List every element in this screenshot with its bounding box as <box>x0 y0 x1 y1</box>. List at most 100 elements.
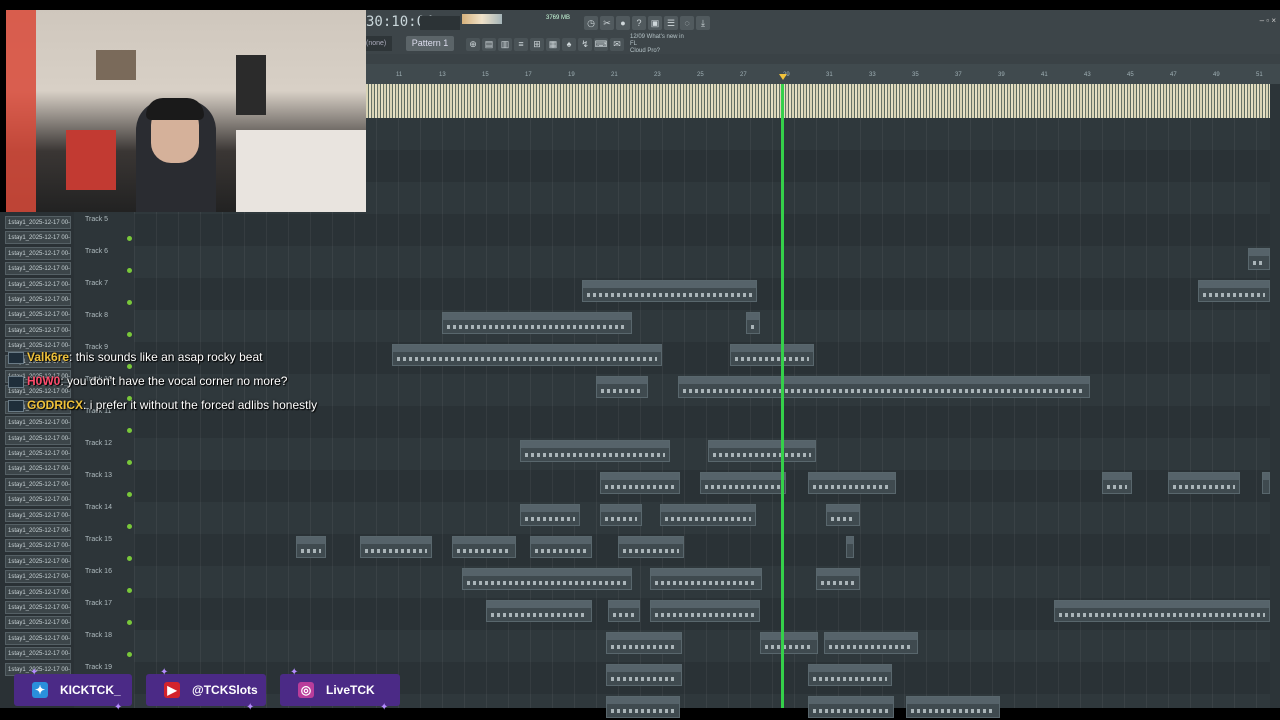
ruler-tick: 31 <box>826 72 833 78</box>
help-icon[interactable]: ? <box>632 16 646 30</box>
news-line-1: 12/09 What's new in FL <box>630 34 684 47</box>
webcam-overlay <box>6 10 366 212</box>
picker-item[interactable]: 1stay1_2025-12-17 00- <box>5 431 71 445</box>
ruler-tick: 47 <box>1170 72 1177 78</box>
social-label: @TCKSlots <box>192 683 258 697</box>
track-header[interactable]: Track 6 <box>80 244 132 276</box>
picker-item[interactable]: 1stay1_2025-12-17 00- <box>5 631 71 645</box>
track-header[interactable]: Track 13 <box>80 468 132 500</box>
track-mute-led[interactable] <box>127 428 132 433</box>
save-icon[interactable]: ▣ <box>648 16 662 30</box>
track-header[interactable]: Track 17 <box>80 596 132 628</box>
picker-item[interactable]: 1stay1_2025-12-17 00- <box>5 508 71 522</box>
chat-badge-icon <box>8 399 24 412</box>
clip-waveform <box>911 709 995 713</box>
picker-item[interactable]: 1stay1_2025-12-17 00- <box>5 246 71 260</box>
track-mute-led[interactable] <box>127 556 132 561</box>
chat-colon: : <box>83 398 90 412</box>
stream-chat: Valk6re: this sounds like an asap rocky … <box>8 348 338 420</box>
plugin-picker-icon[interactable]: ♠ <box>562 38 576 51</box>
picker-item[interactable]: 1stay1_2025-12-17 00- <box>5 539 71 553</box>
piano-roll-icon[interactable]: ▥ <box>498 38 512 51</box>
playhead-marker[interactable] <box>779 74 787 80</box>
picker-item[interactable]: 1stay1_2025-12-17 00- <box>5 462 71 476</box>
news-icon[interactable]: ✉ <box>610 38 624 51</box>
chat-icon[interactable]: ◌ <box>680 16 694 30</box>
ruler-tick: 27 <box>740 72 747 78</box>
chat-badge-icon <box>8 351 24 364</box>
webcam-bed <box>236 130 366 212</box>
picker-item[interactable]: 1stay1_2025-12-17 00- <box>5 647 71 661</box>
playhead-line[interactable] <box>781 84 784 708</box>
picker-item[interactable]: 1stay1_2025-12-17 00- <box>5 524 71 537</box>
track-mute-led[interactable] <box>127 492 132 497</box>
browser-icon[interactable]: ▦ <box>546 38 560 51</box>
picker-item[interactable]: 1stay1_2025-12-17 00- <box>5 277 71 291</box>
window-controls[interactable]: – ▫ × <box>1260 16 1276 25</box>
sparkle-icon: ✦ <box>380 702 389 713</box>
track-header[interactable]: Track 12 <box>80 436 132 468</box>
picker-item[interactable]: 1stay1_2025-12-17 00- <box>5 570 71 584</box>
track-mute-led[interactable] <box>127 268 132 273</box>
news-panel[interactable]: 12/09 What's new in FL Cloud Pro? <box>630 34 690 55</box>
picker-item[interactable]: 1stay1_2025-12-17 00- <box>5 554 71 568</box>
ruler-tick: 45 <box>1127 72 1134 78</box>
snap-mode-select[interactable]: (none) <box>366 36 392 51</box>
track-label: Track 17 <box>85 600 112 607</box>
picker-item[interactable]: 1stay1_2025-12-17 00- <box>5 601 71 614</box>
add-pattern-icon[interactable]: ⊕ <box>466 38 480 51</box>
webcam-banner <box>6 10 36 212</box>
playlist-icon[interactable]: ▤ <box>482 38 496 51</box>
picker-item[interactable]: 1stay1_2025-12-17 00- <box>5 493 71 507</box>
song-overview-waveform[interactable] <box>366 84 1270 118</box>
webcam-wall-art <box>96 50 136 80</box>
picker-item[interactable]: 1stay1_2025-12-17 00- <box>5 231 71 245</box>
ruler-tick: 11 <box>396 72 403 78</box>
track-mute-led[interactable] <box>127 620 132 625</box>
metronome-icon[interactable]: ◷ <box>584 16 598 30</box>
track-header[interactable]: Track 8 <box>80 308 132 340</box>
picker-item[interactable]: 1stay1_2025-12-17 00- <box>5 308 71 322</box>
track-label: Track 12 <box>85 440 112 447</box>
track-header[interactable]: Track 5 <box>80 212 132 244</box>
track-header[interactable]: Track 18 <box>80 628 132 660</box>
pattern-selector[interactable]: Pattern 1 <box>406 36 454 51</box>
picker-item[interactable]: 1stay1_2025-12-17 00- <box>5 293 71 306</box>
picker-item[interactable]: 1stay1_2025-12-17 00- <box>5 262 71 276</box>
picker-item[interactable]: 1stay1_2025-12-17 00- <box>5 216 71 229</box>
wait-icon[interactable]: ✂ <box>600 16 614 30</box>
picker-item[interactable]: 1stay1_2025-12-17 00- <box>5 477 71 491</box>
chat-username: Valk6re <box>27 350 70 364</box>
picker-item[interactable]: 1stay1_2025-12-17 00- <box>5 447 71 460</box>
record-mic-icon[interactable]: ● <box>616 16 630 30</box>
track-mute-led[interactable] <box>127 588 132 593</box>
ruler-tick: 33 <box>869 72 876 78</box>
track-mute-led[interactable] <box>127 524 132 529</box>
picker-item[interactable]: 1stay1_2025-12-17 00- <box>5 323 71 337</box>
mixer-icon[interactable]: ☰ <box>664 16 678 30</box>
channel-rack-icon[interactable]: ⊞ <box>530 38 544 51</box>
track-mute-led[interactable] <box>127 236 132 241</box>
track-mute-led[interactable] <box>127 460 132 465</box>
picker-item[interactable]: 1stay1_2025-12-17 00- <box>5 616 71 630</box>
track-mute-led[interactable] <box>127 300 132 305</box>
ruler-tick: 21 <box>611 72 618 78</box>
track-mute-led[interactable] <box>127 652 132 657</box>
mixer-view-icon[interactable]: ≡ <box>514 38 528 51</box>
chat-message: Valk6re: this sounds like an asap rocky … <box>8 348 338 366</box>
chat-message: H0W0: you don't have the vocal corner no… <box>8 372 338 390</box>
memory-readout: 3769 MB <box>546 15 571 21</box>
sparkle-icon: ✦ <box>290 667 299 678</box>
tempo-tapper-icon[interactable]: ↯ <box>578 38 592 51</box>
track-header[interactable]: Track 15 <box>80 532 132 564</box>
track-header[interactable]: Track 7 <box>80 276 132 308</box>
touch-keyboard-icon[interactable]: ⌨ <box>594 38 608 51</box>
download-icon[interactable]: ⤓ <box>696 16 710 30</box>
webcam-hair <box>146 98 204 120</box>
track-header[interactable]: Track 16 <box>80 564 132 596</box>
ruler-tick: 25 <box>697 72 704 78</box>
picker-item[interactable]: 1stay1_2025-12-17 00- <box>5 585 71 599</box>
chat-colon: : <box>69 350 76 364</box>
track-header[interactable]: Track 14 <box>80 500 132 532</box>
track-mute-led[interactable] <box>127 332 132 337</box>
